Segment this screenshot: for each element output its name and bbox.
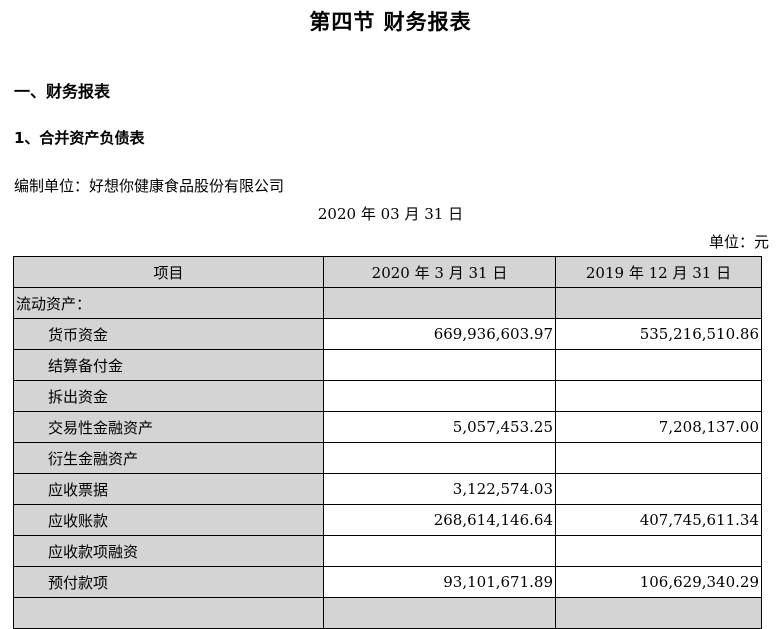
row-item: 结算备付金 <box>13 349 324 381</box>
row-current <box>323 380 556 412</box>
table-row: 应收账款 268,614,146.64 407,745,611.34 <box>13 504 762 536</box>
section-title: 第四节 财务报表 <box>309 10 472 34</box>
row-prior <box>555 349 762 381</box>
table-row: 货币资金 669,936,603.97 535,216,510.86 <box>13 318 762 350</box>
balance-sheet-table: 项目 2020 年 3 月 31 日 2019 年 12 月 31 日 流动资产… <box>13 256 762 629</box>
header-item: 项目 <box>13 256 324 288</box>
table-row: 应收票据 3,122,574.03 <box>13 473 762 505</box>
row-current: 3,122,574.03 <box>323 473 556 505</box>
header-current-period: 2020 年 3 月 31 日 <box>323 256 556 288</box>
row-prior <box>555 597 762 629</box>
row-item: 应收账款 <box>13 504 324 536</box>
heading-consolidated-balance-sheet: 1、合并资产负债表 <box>14 129 145 147</box>
table-row <box>13 597 762 629</box>
table-row: 拆出资金 <box>13 380 762 412</box>
currency-unit: 单位：元 <box>708 233 769 251</box>
row-prior <box>555 287 762 319</box>
compiler-line: 编制单位：好想你健康食品股份有限公司 <box>14 177 285 195</box>
table-row: 结算备付金 <box>13 349 762 381</box>
row-current: 669,936,603.97 <box>323 318 556 350</box>
report-date: 2020 年 03 月 31 日 <box>317 205 464 223</box>
table-row: 流动资产： <box>13 287 762 319</box>
header-prior-period: 2019 年 12 月 31 日 <box>555 256 762 288</box>
heading-financial-statements: 一、财务报表 <box>14 82 111 101</box>
row-prior <box>555 380 762 412</box>
row-item: 衍生金融资产 <box>13 442 324 474</box>
table-row: 预付款项 93,101,671.89 106,629,340.29 <box>13 566 762 598</box>
row-current <box>323 597 556 629</box>
row-current: 5,057,453.25 <box>323 411 556 443</box>
table-row: 衍生金融资产 <box>13 442 762 474</box>
row-prior <box>555 535 762 567</box>
row-current: 93,101,671.89 <box>323 566 556 598</box>
table-row: 应收款项融资 <box>13 535 762 567</box>
row-item: 拆出资金 <box>13 380 324 412</box>
row-current <box>323 535 556 567</box>
table-row: 交易性金融资产 5,057,453.25 7,208,137.00 <box>13 411 762 443</box>
row-item: 预付款项 <box>13 566 324 598</box>
row-prior: 407,745,611.34 <box>555 504 762 536</box>
table-header-row: 项目 2020 年 3 月 31 日 2019 年 12 月 31 日 <box>13 256 762 288</box>
row-item: 流动资产： <box>13 287 324 319</box>
row-current: 268,614,146.64 <box>323 504 556 536</box>
row-item: 货币资金 <box>13 318 324 350</box>
row-prior <box>555 473 762 505</box>
row-prior: 106,629,340.29 <box>555 566 762 598</box>
row-current <box>323 349 556 381</box>
row-item <box>13 597 324 629</box>
row-prior: 535,216,510.86 <box>555 318 762 350</box>
row-current <box>323 287 556 319</box>
row-item: 应收款项融资 <box>13 535 324 567</box>
row-current <box>323 442 556 474</box>
row-item: 交易性金融资产 <box>13 411 324 443</box>
row-prior: 7,208,137.00 <box>555 411 762 443</box>
row-item: 应收票据 <box>13 473 324 505</box>
row-prior <box>555 442 762 474</box>
